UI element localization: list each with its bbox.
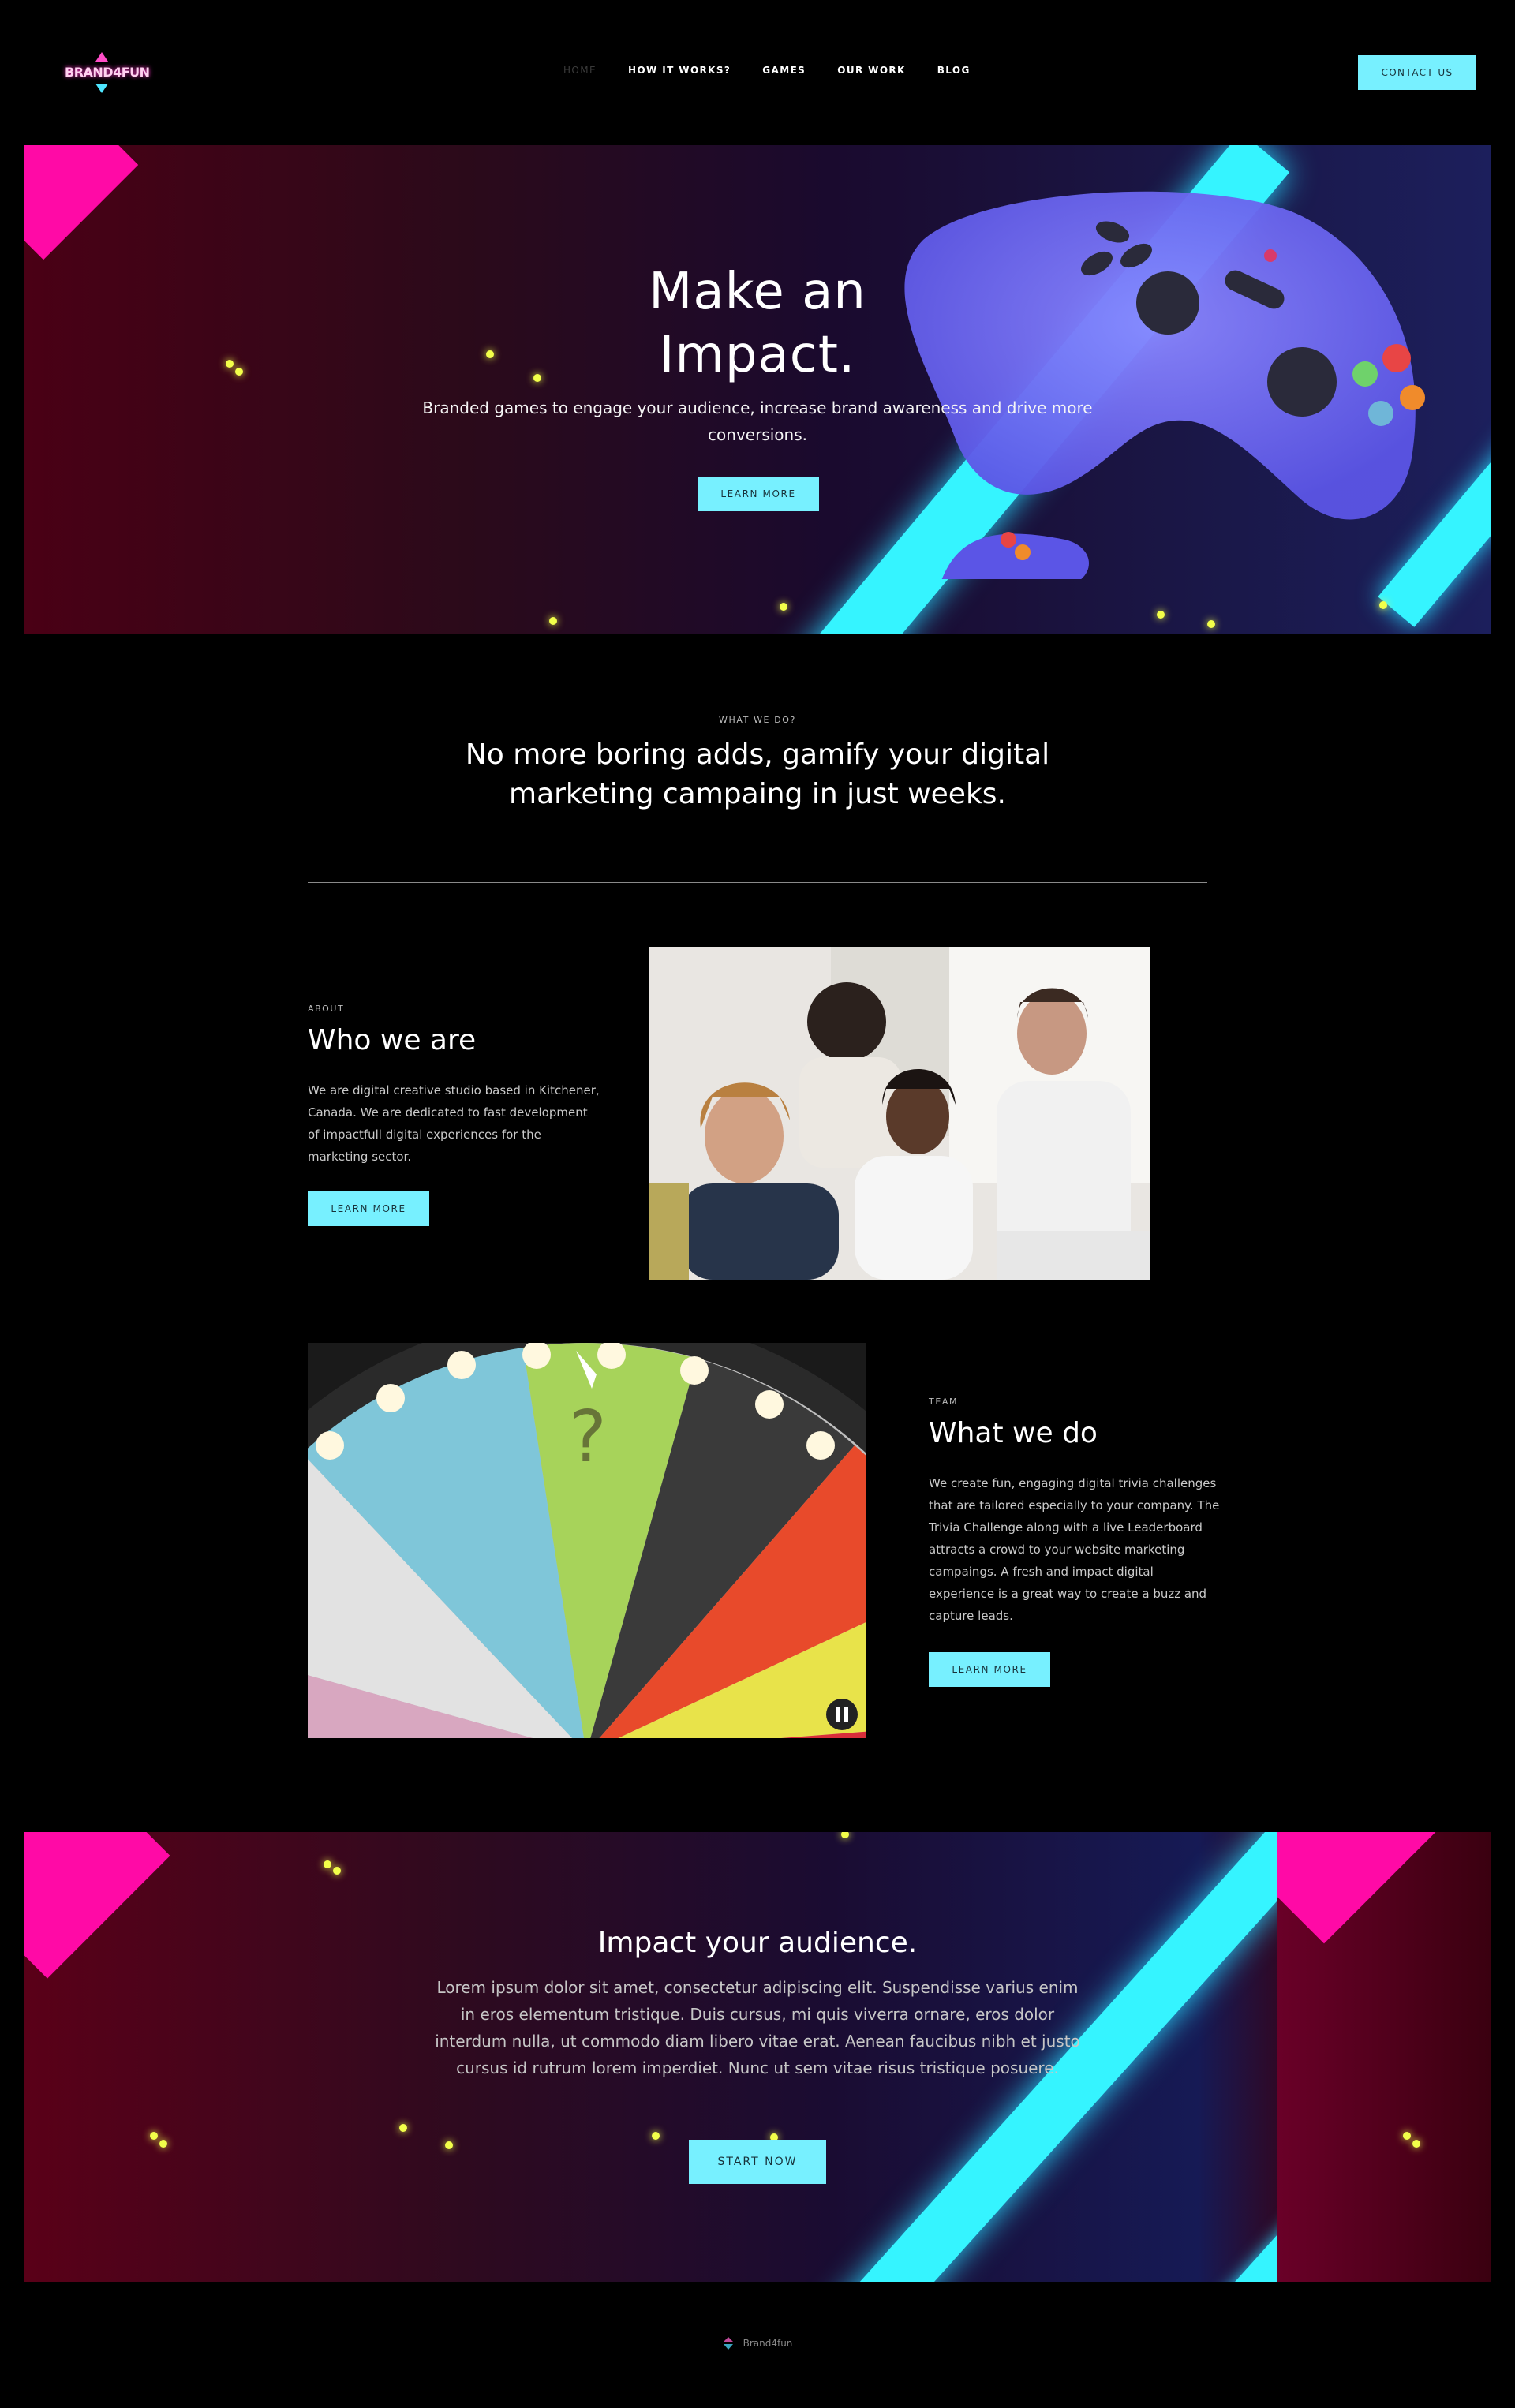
nav-link-our-work[interactable]: OUR WORK — [837, 65, 906, 76]
pause-icon — [836, 1707, 840, 1722]
decorative-light-dot — [445, 2141, 453, 2149]
pause-button[interactable] — [826, 1699, 858, 1730]
team-title: What we do — [929, 1417, 1098, 1449]
prize-wheel-video[interactable]: ? — [308, 1343, 866, 1738]
footer: Brand4fun — [0, 2328, 1515, 2359]
logo-text: BRAND4FUN — [65, 65, 150, 80]
top-navigation: BRAND4FUN HOME HOW IT WORKS? GAMES OUR W… — [0, 0, 1515, 145]
svg-text:?: ? — [569, 1396, 607, 1479]
team-learn-more-button[interactable]: LEARN MORE — [929, 1652, 1050, 1687]
hero-subtitle: Branded games to engage your audience, i… — [422, 398, 1093, 444]
cta-title: Impact your audience. — [597, 1927, 918, 1959]
nav-link-home[interactable]: HOME — [563, 65, 597, 76]
what-we-do-title: No more boring adds, gamify your digital… — [465, 738, 1050, 810]
hero-title-line2: Impact. — [659, 326, 856, 384]
cta-text: Lorem ipsum dolor sit amet, consectetur … — [435, 1978, 1080, 2077]
decorative-light-dot — [549, 617, 557, 625]
footer-brand-text[interactable]: Brand4fun — [743, 2338, 793, 2349]
decorative-light-dot — [1412, 2140, 1420, 2148]
cta-banner: Impact your audience. Lorem ipsum dolor … — [24, 1832, 1491, 2282]
decorative-light-dot — [780, 603, 787, 611]
decorative-light-dot — [399, 2124, 407, 2132]
what-we-do-eyebrow: WHAT WE DO? — [719, 715, 796, 725]
nav-links: HOME HOW IT WORKS? GAMES OUR WORK BLOG — [563, 65, 971, 76]
about-eyebrow: ABOUT — [308, 1004, 345, 1014]
decorative-light-dot — [1207, 620, 1215, 628]
hero-banner: Make an Impact. Branded games to engage … — [24, 145, 1491, 634]
team-photo — [649, 947, 1150, 1280]
decorative-pink-corner — [24, 145, 139, 260]
decorative-light-dot — [1157, 611, 1165, 619]
footer-logo-icon — [723, 2337, 733, 2350]
section-divider — [308, 882, 1207, 883]
decorative-light-dot — [652, 2132, 660, 2140]
decorative-right-panel — [1277, 1832, 1491, 2282]
brand-logo[interactable]: BRAND4FUN — [65, 50, 150, 95]
nav-link-games[interactable]: GAMES — [762, 65, 806, 76]
decorative-light-dot — [333, 1867, 341, 1875]
decorative-light-dot — [159, 2140, 167, 2148]
decorative-light-dot — [150, 2132, 158, 2140]
about-learn-more-button[interactable]: LEARN MORE — [308, 1191, 429, 1226]
team-eyebrow: TEAM — [929, 1397, 959, 1407]
decorative-light-dot — [841, 1832, 849, 1838]
decorative-light-dot — [1379, 601, 1387, 609]
nav-link-blog[interactable]: BLOG — [937, 65, 971, 76]
decorative-light-dot — [324, 1860, 331, 1868]
start-now-button[interactable]: START NOW — [689, 2140, 826, 2184]
hero-title-line1: Make an — [649, 263, 866, 321]
team-text: We create fun, engaging digital trivia c… — [929, 1476, 1220, 1623]
hero-title: Make an Impact. — [24, 260, 1491, 387]
nav-link-how-it-works[interactable]: HOW IT WORKS? — [628, 65, 731, 76]
decorative-light-dot — [1403, 2132, 1411, 2140]
pause-icon — [844, 1707, 848, 1722]
hero-learn-more-button[interactable]: LEARN MORE — [698, 477, 819, 511]
contact-us-button[interactable]: CONTACT US — [1358, 55, 1476, 90]
about-text: We are digital creative studio based in … — [308, 1083, 600, 1164]
about-title: Who we are — [308, 1024, 477, 1056]
